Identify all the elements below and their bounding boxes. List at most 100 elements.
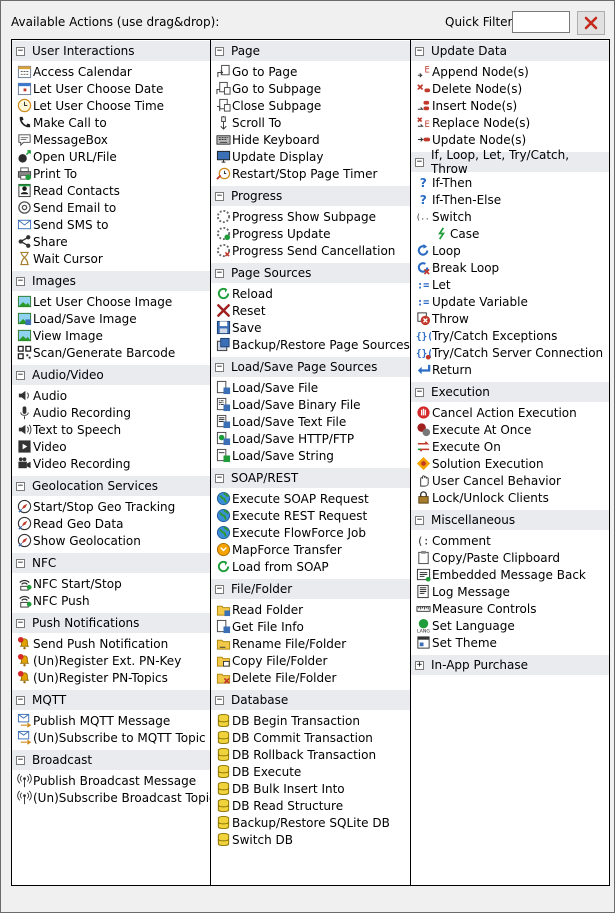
group-header[interactable]: − Broadcast (12, 749, 210, 770)
group-header[interactable]: − Load/Save Page Sources (211, 356, 410, 377)
action-item[interactable]: Execute At Once (411, 421, 609, 438)
action-item[interactable]: Copy/Paste Clipboard (411, 549, 609, 566)
action-item[interactable]: Video (12, 438, 210, 455)
action-item[interactable]: Return (411, 361, 609, 378)
action-item[interactable]: LANG Set Language (411, 617, 609, 634)
action-item[interactable]: Delete Node(s) (411, 80, 609, 97)
action-item[interactable]: Show Geolocation (12, 532, 210, 549)
action-item[interactable]: DB Read Structure (211, 797, 410, 814)
collapse-toggle-icon[interactable]: − (215, 473, 224, 483)
action-item[interactable]: {}(Try/Catch Exceptions (411, 327, 609, 344)
action-item[interactable]: Scan/Generate Barcode (12, 344, 210, 361)
action-item[interactable]: Print To (12, 165, 210, 182)
collapse-toggle-icon[interactable]: − (16, 370, 25, 380)
action-item[interactable]: Reload (211, 285, 410, 302)
collapse-toggle-icon[interactable]: − (215, 46, 224, 56)
action-item[interactable]: Share (12, 233, 210, 250)
action-item[interactable]: DB Commit Transaction (211, 729, 410, 746)
clear-filter-button[interactable] (577, 11, 605, 35)
collapse-toggle-icon[interactable]: − (16, 276, 25, 286)
action-item[interactable]: Execute On (411, 438, 609, 455)
action-item[interactable]: Scroll To (211, 114, 410, 131)
group-header[interactable]: − SOAP/REST (211, 467, 410, 488)
action-item[interactable]: Start/Stop Geo Tracking (12, 498, 210, 515)
collapse-toggle-icon[interactable]: − (415, 46, 424, 56)
action-item[interactable]: Load/Save String (211, 447, 410, 464)
group-header[interactable]: − Push Notifications (12, 612, 210, 633)
action-item[interactable]: Send SMS to (12, 216, 210, 233)
action-item[interactable]: DB Begin Transaction (211, 712, 410, 729)
group-header[interactable]: − Miscellaneous (411, 509, 609, 530)
action-item[interactable]: Lock/Unlock Clients (411, 489, 609, 506)
action-item[interactable]: MessageBox (12, 131, 210, 148)
action-item[interactable]: Wait Cursor (12, 250, 210, 267)
action-item[interactable]: Close Subpage (211, 97, 410, 114)
group-header[interactable]: − NFC (12, 552, 210, 573)
action-item[interactable]: Backup/Restore Page Sources (211, 336, 410, 353)
action-item[interactable]: Copy File/Folder (211, 652, 410, 669)
collapse-toggle-icon[interactable]: − (215, 584, 224, 594)
action-item[interactable]: DB Execute (211, 763, 410, 780)
action-item[interactable]: Measure Controls (411, 600, 609, 617)
action-item[interactable]: E Append Node(s) (411, 63, 609, 80)
group-header[interactable]: − Execution (411, 381, 609, 402)
action-item[interactable]: Text to Speech (12, 421, 210, 438)
group-header[interactable]: − Images (12, 270, 210, 291)
action-item[interactable]: Let User Choose Image (12, 293, 210, 310)
group-header[interactable]: − Progress (211, 185, 410, 206)
group-header[interactable]: + In-App Purchase (411, 654, 609, 675)
collapse-toggle-icon[interactable]: − (215, 268, 224, 278)
action-item[interactable]: Load/Save Text File (211, 413, 410, 430)
action-item[interactable]: Load/Save Binary File (211, 396, 410, 413)
action-item[interactable]: MapForce Transfer (211, 541, 410, 558)
action-item[interactable]: Restart/Stop Page Timer (211, 165, 410, 182)
group-header[interactable]: − User Interactions (12, 40, 210, 61)
action-item[interactable]: Update Display (211, 148, 410, 165)
action-item[interactable]: Video Recording (12, 455, 210, 472)
action-item[interactable]: Load/Save HTTP/FTP (211, 430, 410, 447)
action-item[interactable]: Go to Subpage (211, 80, 410, 97)
action-item[interactable]: Cancel Action Execution (411, 404, 609, 421)
action-item[interactable]: Delete File/Folder (211, 669, 410, 686)
collapse-toggle-icon[interactable]: − (415, 515, 424, 525)
action-item[interactable]: (: Comment (411, 532, 609, 549)
action-item[interactable]: E Replace Node(s) (411, 114, 609, 131)
action-item[interactable]: Publish MQTT Message (12, 712, 210, 729)
action-item[interactable]: Switch DB (211, 831, 410, 848)
action-item[interactable]: Log Message (411, 583, 609, 600)
action-item[interactable]: := Let (411, 276, 609, 293)
action-item[interactable]: Read Contacts (12, 182, 210, 199)
group-header[interactable]: − Page (211, 40, 410, 61)
action-item[interactable]: (Un)Subscribe Broadcast Topic (12, 789, 210, 806)
collapse-toggle-icon[interactable]: − (215, 362, 224, 372)
group-header[interactable]: − Audio/Video (12, 364, 210, 385)
action-item[interactable]: Progress Show Subpage (211, 208, 410, 225)
action-item[interactable]: Rename File/Folder (211, 635, 410, 652)
group-header[interactable]: − If, Loop, Let, Try/Catch, Throw (411, 148, 609, 176)
action-item[interactable]: := Update Variable (411, 293, 609, 310)
action-item[interactable]: Publish Broadcast Message (12, 772, 210, 789)
action-item[interactable]: Execute SOAP Request (211, 490, 410, 507)
group-header[interactable]: − Update Data (411, 40, 609, 61)
action-item[interactable]: Audio (12, 387, 210, 404)
action-item[interactable]: {}(Try/Catch Server Connection (411, 344, 609, 361)
action-item[interactable]: Break Loop (411, 259, 609, 276)
action-item[interactable]: Insert Node(s) (411, 97, 609, 114)
quick-filter-input[interactable] (512, 11, 570, 33)
action-item[interactable]: Make Call to (12, 114, 210, 131)
action-item[interactable]: Let User Choose Date (12, 80, 210, 97)
action-item[interactable]: Hide Keyboard (211, 131, 410, 148)
action-item[interactable]: (Un)Subscribe to MQTT Topic (12, 729, 210, 746)
action-item[interactable]: (Un)Register PN-Topics (12, 669, 210, 686)
action-item[interactable]: ? If-Then (411, 174, 609, 191)
group-header[interactable]: − Database (211, 689, 410, 710)
collapse-toggle-icon[interactable]: − (16, 558, 25, 568)
expand-toggle-icon[interactable]: + (415, 660, 424, 670)
action-item[interactable]: Reset (211, 302, 410, 319)
action-item[interactable]: Embedded Message Back (411, 566, 609, 583)
collapse-toggle-icon[interactable]: − (16, 755, 25, 765)
action-item[interactable]: Solution Execution (411, 455, 609, 472)
action-item[interactable]: Open URL/File (12, 148, 210, 165)
collapse-toggle-icon[interactable]: − (16, 481, 25, 491)
collapse-toggle-icon[interactable]: − (415, 387, 424, 397)
